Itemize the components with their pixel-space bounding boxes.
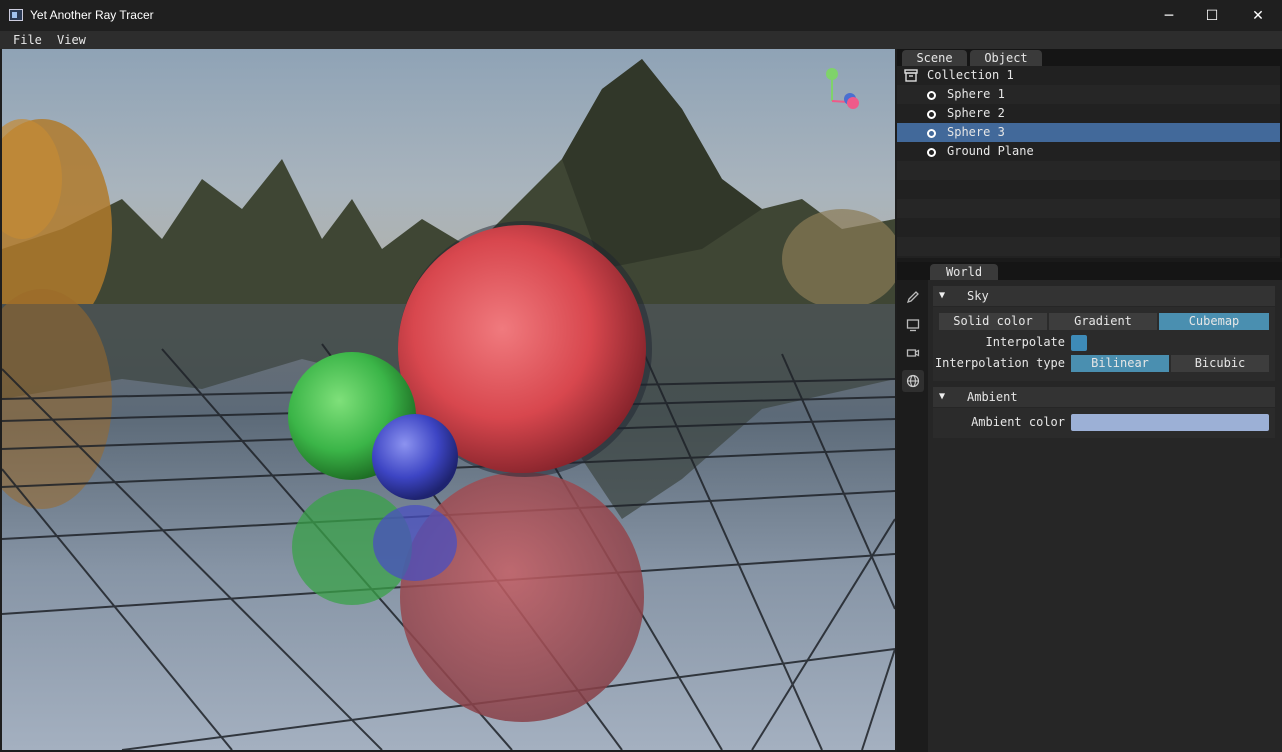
outliner-empty-row bbox=[897, 161, 1280, 180]
interpolate-label: Interpolate bbox=[985, 335, 1065, 349]
sky-mode-solid-color[interactable]: Solid color bbox=[939, 313, 1047, 330]
ambient-section-header[interactable]: ▼ Ambient bbox=[933, 387, 1275, 407]
properties-sidebar bbox=[897, 280, 928, 752]
outliner-empty-row bbox=[897, 237, 1280, 256]
outliner-empty-row bbox=[897, 199, 1280, 218]
interpolation-type-label: Interpolation type bbox=[934, 356, 1065, 370]
right-panel: Scene Object Collection 1 Sphere 1 Spher… bbox=[897, 49, 1282, 752]
collection-icon bbox=[904, 69, 918, 82]
collection-label: Collection 1 bbox=[927, 68, 1014, 82]
title-bar: Yet Another Ray Tracer ─ ☐ ✕ bbox=[0, 0, 1282, 31]
sky-header-label: Sky bbox=[967, 289, 989, 303]
ambient-color-label: Ambient color bbox=[971, 415, 1065, 429]
sky-mode-cubemap[interactable]: Cubemap bbox=[1159, 313, 1269, 330]
close-button[interactable]: ✕ bbox=[1235, 0, 1281, 31]
collapse-triangle-icon: ▼ bbox=[939, 290, 946, 301]
object-icon bbox=[927, 129, 936, 138]
minimize-button[interactable]: ─ bbox=[1146, 0, 1192, 31]
object-icon bbox=[927, 148, 936, 157]
object-icon bbox=[927, 110, 936, 119]
outliner-item-label: Sphere 2 bbox=[947, 106, 1005, 120]
pencil-icon[interactable] bbox=[902, 286, 924, 308]
scene-outliner: Collection 1 Sphere 1 Sphere 2 Sphere 3 … bbox=[897, 66, 1280, 258]
outliner-item-sphere-1[interactable]: Sphere 1 bbox=[897, 85, 1280, 104]
outliner-item-label: Ground Plane bbox=[947, 144, 1034, 158]
camera-icon[interactable] bbox=[902, 342, 924, 364]
sky-mode-gradient[interactable]: Gradient bbox=[1049, 313, 1157, 330]
globe-icon[interactable] bbox=[902, 370, 924, 392]
tab-scene[interactable]: Scene bbox=[902, 50, 967, 67]
object-icon bbox=[927, 91, 936, 100]
outliner-empty-row bbox=[897, 218, 1280, 237]
panel-separator[interactable] bbox=[897, 258, 1282, 262]
render-viewport[interactable] bbox=[2, 49, 895, 750]
menu-bar: File View bbox=[0, 31, 1282, 49]
app-icon bbox=[9, 9, 23, 21]
world-properties-panel: ▼ Sky Solid color Gradient Cubemap Inter… bbox=[928, 280, 1282, 752]
monitor-icon[interactable] bbox=[902, 314, 924, 336]
collapse-triangle-icon: ▼ bbox=[939, 391, 946, 402]
menu-view[interactable]: View bbox=[57, 33, 86, 47]
menu-file[interactable]: File bbox=[13, 33, 42, 47]
ambient-section-body: Ambient color bbox=[933, 408, 1275, 438]
ambient-color-swatch[interactable] bbox=[1071, 414, 1269, 431]
outliner-item-label: Sphere 1 bbox=[947, 87, 1005, 101]
outliner-empty-row bbox=[897, 180, 1280, 199]
interpolate-checkbox[interactable] bbox=[1071, 335, 1087, 351]
outliner-item-sphere-3[interactable]: Sphere 3 bbox=[897, 123, 1280, 142]
tab-object[interactable]: Object bbox=[970, 50, 1042, 67]
tab-world[interactable]: World bbox=[930, 264, 998, 280]
axis-gizmo[interactable] bbox=[826, 68, 866, 113]
interpolation-bicubic[interactable]: Bicubic bbox=[1171, 355, 1269, 372]
interpolation-bilinear[interactable]: Bilinear bbox=[1071, 355, 1169, 372]
sky-section-body: Solid color Gradient Cubemap Interpolate… bbox=[933, 307, 1275, 381]
sky-section-header[interactable]: ▼ Sky bbox=[933, 286, 1275, 306]
ambient-header-label: Ambient bbox=[967, 390, 1018, 404]
outliner-item-ground-plane[interactable]: Ground Plane bbox=[897, 142, 1280, 161]
outliner-item-sphere-2[interactable]: Sphere 2 bbox=[897, 104, 1280, 123]
maximize-button[interactable]: ☐ bbox=[1189, 0, 1235, 31]
window-title: Yet Another Ray Tracer bbox=[30, 8, 154, 22]
rendered-scene bbox=[2, 49, 895, 750]
collection-row[interactable]: Collection 1 bbox=[897, 66, 1280, 85]
outliner-item-label: Sphere 3 bbox=[947, 125, 1005, 139]
